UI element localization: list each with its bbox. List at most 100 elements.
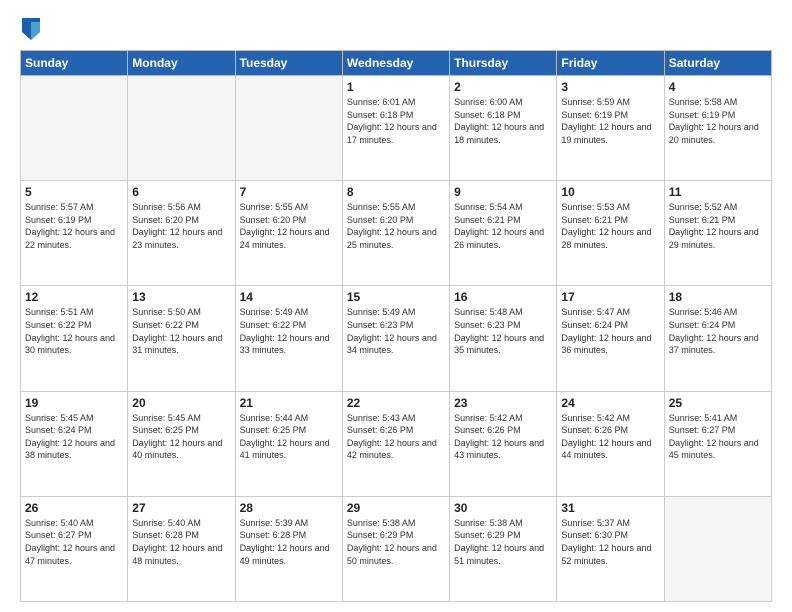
calendar-cell: 27Sunrise: 5:40 AMSunset: 6:28 PMDayligh… bbox=[128, 496, 235, 601]
day-info: Sunrise: 5:40 AMSunset: 6:27 PMDaylight:… bbox=[25, 517, 123, 567]
day-number: 9 bbox=[454, 185, 552, 199]
day-info: Sunrise: 5:54 AMSunset: 6:21 PMDaylight:… bbox=[454, 201, 552, 251]
calendar-cell: 23 Sunrise: 5:42 AMSunset: 6:26 PMDayligh… bbox=[450, 391, 557, 496]
calendar-cell bbox=[128, 76, 235, 181]
calendar-cell: 9 Sunrise: 5:54 AMSunset: 6:21 PMDaylight… bbox=[450, 181, 557, 286]
day-number: 4 bbox=[669, 80, 767, 94]
week-row-0: 1 Sunrise: 6:01 AMSunset: 6:18 PMDaylight… bbox=[21, 76, 772, 181]
week-row-3: 19Sunrise: 5:45 AMSunset: 6:24 PMDayligh… bbox=[21, 391, 772, 496]
day-number: 2 bbox=[454, 80, 552, 94]
calendar-cell: 26 Sunrise: 5:40 AMSunset: 6:27 PMDayligh… bbox=[21, 496, 128, 601]
day-number: 29 bbox=[347, 501, 445, 515]
calendar-cell: 19Sunrise: 5:45 AMSunset: 6:24 PMDayligh… bbox=[21, 391, 128, 496]
day-number: 18 bbox=[669, 290, 767, 304]
day-number: 30 bbox=[454, 501, 552, 515]
day-info: Sunrise: 5:59 AMSunset: 6:19 PMDaylight:… bbox=[561, 96, 659, 146]
calendar-cell: 5 Sunrise: 5:57 AMSunset: 6:19 PMDaylight… bbox=[21, 181, 128, 286]
day-number: 15 bbox=[347, 290, 445, 304]
weekday-header-row: SundayMondayTuesdayWednesdayThursdayFrid… bbox=[21, 51, 772, 76]
calendar-cell bbox=[664, 496, 771, 601]
logo bbox=[20, 18, 46, 40]
week-row-4: 26 Sunrise: 5:40 AMSunset: 6:27 PMDayligh… bbox=[21, 496, 772, 601]
calendar-cell: 28 Sunrise: 5:39 AMSunset: 6:28 PMDayligh… bbox=[235, 496, 342, 601]
day-info: Sunrise: 6:00 AMSunset: 6:18 PMDaylight:… bbox=[454, 96, 552, 146]
day-number: 1 bbox=[347, 80, 445, 94]
weekday-header-friday: Friday bbox=[557, 51, 664, 76]
day-number: 17 bbox=[561, 290, 659, 304]
calendar-cell: 12Sunrise: 5:51 AMSunset: 6:22 PMDayligh… bbox=[21, 286, 128, 391]
day-info: Sunrise: 5:37 AMSunset: 6:30 PMDaylight:… bbox=[561, 517, 659, 567]
day-number: 26 bbox=[25, 501, 123, 515]
day-info: Sunrise: 5:39 AMSunset: 6:28 PMDaylight:… bbox=[240, 517, 338, 567]
week-row-1: 5 Sunrise: 5:57 AMSunset: 6:19 PMDaylight… bbox=[21, 181, 772, 286]
day-number: 14 bbox=[240, 290, 338, 304]
day-number: 22 bbox=[347, 396, 445, 410]
day-info: Sunrise: 5:47 AMSunset: 6:24 PMDaylight:… bbox=[561, 306, 659, 356]
calendar-cell: 13 Sunrise: 5:50 AMSunset: 6:22 PMDayligh… bbox=[128, 286, 235, 391]
day-info: Sunrise: 5:46 AMSunset: 6:24 PMDaylight:… bbox=[669, 306, 767, 356]
calendar-cell bbox=[21, 76, 128, 181]
day-info: Sunrise: 5:43 AMSunset: 6:26 PMDaylight:… bbox=[347, 412, 445, 462]
day-number: 24 bbox=[561, 396, 659, 410]
calendar-cell: 15 Sunrise: 5:49 AMSunset: 6:23 PMDayligh… bbox=[342, 286, 449, 391]
calendar-cell: 21 Sunrise: 5:44 AMSunset: 6:25 PMDayligh… bbox=[235, 391, 342, 496]
calendar-cell: 4 Sunrise: 5:58 AMSunset: 6:19 PMDaylight… bbox=[664, 76, 771, 181]
calendar-cell bbox=[235, 76, 342, 181]
calendar-cell: 1 Sunrise: 6:01 AMSunset: 6:18 PMDaylight… bbox=[342, 76, 449, 181]
day-number: 5 bbox=[25, 185, 123, 199]
day-number: 3 bbox=[561, 80, 659, 94]
day-number: 12 bbox=[25, 290, 123, 304]
day-info: Sunrise: 6:01 AMSunset: 6:18 PMDaylight:… bbox=[347, 96, 445, 146]
day-info: Sunrise: 5:57 AMSunset: 6:19 PMDaylight:… bbox=[25, 201, 123, 251]
day-number: 10 bbox=[561, 185, 659, 199]
calendar-cell: 7 Sunrise: 5:55 AMSunset: 6:20 PMDaylight… bbox=[235, 181, 342, 286]
day-info: Sunrise: 5:58 AMSunset: 6:19 PMDaylight:… bbox=[669, 96, 767, 146]
calendar-cell: 20 Sunrise: 5:45 AMSunset: 6:25 PMDayligh… bbox=[128, 391, 235, 496]
day-info: Sunrise: 5:40 AMSunset: 6:28 PMDaylight:… bbox=[132, 517, 230, 567]
day-number: 20 bbox=[132, 396, 230, 410]
day-number: 7 bbox=[240, 185, 338, 199]
day-info: Sunrise: 5:53 AMSunset: 6:21 PMDaylight:… bbox=[561, 201, 659, 251]
day-number: 25 bbox=[669, 396, 767, 410]
day-info: Sunrise: 5:45 AMSunset: 6:24 PMDaylight:… bbox=[25, 412, 123, 462]
week-row-2: 12Sunrise: 5:51 AMSunset: 6:22 PMDayligh… bbox=[21, 286, 772, 391]
calendar-cell: 8Sunrise: 5:55 AMSunset: 6:20 PMDaylight… bbox=[342, 181, 449, 286]
calendar-cell: 24 Sunrise: 5:42 AMSunset: 6:26 PMDayligh… bbox=[557, 391, 664, 496]
day-info: Sunrise: 5:44 AMSunset: 6:25 PMDaylight:… bbox=[240, 412, 338, 462]
day-number: 6 bbox=[132, 185, 230, 199]
day-info: Sunrise: 5:49 AMSunset: 6:23 PMDaylight:… bbox=[347, 306, 445, 356]
calendar-cell: 17 Sunrise: 5:47 AMSunset: 6:24 PMDayligh… bbox=[557, 286, 664, 391]
day-info: Sunrise: 5:48 AMSunset: 6:23 PMDaylight:… bbox=[454, 306, 552, 356]
day-info: Sunrise: 5:55 AMSunset: 6:20 PMDaylight:… bbox=[240, 201, 338, 251]
calendar-cell: 22 Sunrise: 5:43 AMSunset: 6:26 PMDayligh… bbox=[342, 391, 449, 496]
day-number: 8 bbox=[347, 185, 445, 199]
calendar-cell: 16 Sunrise: 5:48 AMSunset: 6:23 PMDayligh… bbox=[450, 286, 557, 391]
day-number: 16 bbox=[454, 290, 552, 304]
weekday-header-thursday: Thursday bbox=[450, 51, 557, 76]
calendar-cell: 31Sunrise: 5:37 AMSunset: 6:30 PMDayligh… bbox=[557, 496, 664, 601]
day-info: Sunrise: 5:56 AMSunset: 6:20 PMDaylight:… bbox=[132, 201, 230, 251]
calendar-cell: 11Sunrise: 5:52 AMSunset: 6:21 PMDayligh… bbox=[664, 181, 771, 286]
day-number: 28 bbox=[240, 501, 338, 515]
weekday-header-sunday: Sunday bbox=[21, 51, 128, 76]
calendar-cell: 14Sunrise: 5:49 AMSunset: 6:22 PMDayligh… bbox=[235, 286, 342, 391]
day-number: 21 bbox=[240, 396, 338, 410]
day-info: Sunrise: 5:45 AMSunset: 6:25 PMDaylight:… bbox=[132, 412, 230, 462]
day-number: 11 bbox=[669, 185, 767, 199]
weekday-header-tuesday: Tuesday bbox=[235, 51, 342, 76]
weekday-header-wednesday: Wednesday bbox=[342, 51, 449, 76]
weekday-header-monday: Monday bbox=[128, 51, 235, 76]
day-info: Sunrise: 5:42 AMSunset: 6:26 PMDaylight:… bbox=[561, 412, 659, 462]
day-number: 13 bbox=[132, 290, 230, 304]
calendar-cell: 10 Sunrise: 5:53 AMSunset: 6:21 PMDayligh… bbox=[557, 181, 664, 286]
calendar-table: SundayMondayTuesdayWednesdayThursdayFrid… bbox=[20, 50, 772, 602]
calendar-cell: 29Sunrise: 5:38 AMSunset: 6:29 PMDayligh… bbox=[342, 496, 449, 601]
day-number: 23 bbox=[454, 396, 552, 410]
day-info: Sunrise: 5:42 AMSunset: 6:26 PMDaylight:… bbox=[454, 412, 552, 462]
day-info: Sunrise: 5:50 AMSunset: 6:22 PMDaylight:… bbox=[132, 306, 230, 356]
page: SundayMondayTuesdayWednesdayThursdayFrid… bbox=[0, 0, 792, 612]
calendar-cell: 25Sunrise: 5:41 AMSunset: 6:27 PMDayligh… bbox=[664, 391, 771, 496]
logo-icon bbox=[22, 18, 40, 40]
day-info: Sunrise: 5:38 AMSunset: 6:29 PMDaylight:… bbox=[454, 517, 552, 567]
calendar-cell: 6 Sunrise: 5:56 AMSunset: 6:20 PMDaylight… bbox=[128, 181, 235, 286]
